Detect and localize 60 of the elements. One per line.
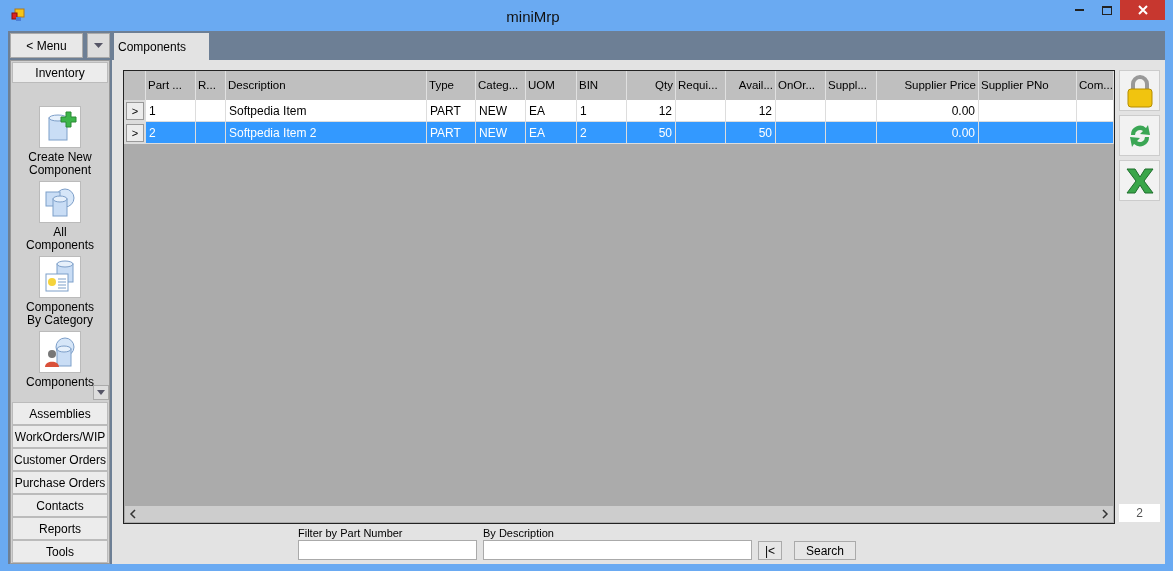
- table-cell-text: NEW: [479, 124, 507, 142]
- module-button[interactable]: Reports: [12, 517, 108, 540]
- excel-export-button[interactable]: [1119, 160, 1160, 201]
- row-select-button[interactable]: >: [126, 101, 144, 120]
- scroll-down-button[interactable]: [93, 385, 109, 400]
- table-cell-text: 1: [149, 102, 156, 120]
- dropdown-button[interactable]: [87, 33, 110, 58]
- database-document-icon: [43, 260, 77, 294]
- refresh-button[interactable]: [1119, 115, 1160, 156]
- close-button[interactable]: [1120, 0, 1165, 20]
- table-cell-text: 2: [149, 124, 156, 142]
- table-cell-text: 0.00: [951, 102, 975, 120]
- app-icon: [11, 8, 25, 22]
- table-cell-text: 12: [758, 102, 772, 120]
- table-cell-text: EA: [529, 102, 545, 120]
- tab[interactable]: Components: [114, 33, 209, 60]
- module-button[interactable]: WorkOrders/WIP: [12, 425, 108, 448]
- caret-icon: [97, 390, 105, 395]
- module-button[interactable]: Assemblies: [12, 402, 108, 425]
- field-label: Filter by Part Number: [298, 527, 404, 540]
- table-cell-text: NEW: [479, 102, 507, 120]
- padlock-icon: [1124, 73, 1155, 108]
- row-select-button[interactable]: >: [126, 123, 144, 142]
- table-cell-text: Softpedia Item: [229, 102, 307, 120]
- description-field[interactable]: [483, 540, 752, 560]
- module-button[interactable]: Customer Orders: [12, 448, 108, 471]
- table-cell-text: 0.00: [951, 124, 975, 142]
- table-cell-text: 1: [580, 102, 587, 120]
- database-person-icon: [43, 335, 77, 369]
- search-button[interactable]: Search: [794, 541, 856, 560]
- module-button[interactable]: Tools: [12, 540, 108, 563]
- close-icon: [1137, 5, 1148, 15]
- sidebar-item[interactable]: Components: [15, 331, 105, 389]
- sidebar-item[interactable]: Create New Component: [15, 106, 105, 177]
- table-cell-text: Softpedia Item 2: [229, 124, 317, 142]
- sidebar-item[interactable]: Components By Category: [15, 256, 105, 327]
- database-shapes-icon: [43, 185, 77, 219]
- sidebar-item[interactable]: All Components: [15, 181, 105, 252]
- table-cell-text: 50: [758, 124, 772, 142]
- minimize-icon: [1075, 9, 1084, 11]
- section-header: Inventory: [12, 62, 108, 83]
- lock-button[interactable]: [1119, 70, 1160, 111]
- caret-icon: [94, 43, 103, 48]
- table-cell-text: 12: [658, 102, 672, 120]
- table-cell-text: 50: [658, 124, 672, 142]
- field-label: By Description: [483, 527, 555, 540]
- table-cell-text: PART: [430, 102, 461, 120]
- table-cell-text: EA: [529, 124, 545, 142]
- part-number-field[interactable]: [298, 540, 477, 560]
- x-icon: [1124, 167, 1155, 194]
- module-button[interactable]: Purchase Orders: [12, 471, 108, 494]
- menu-button[interactable]: < Menu: [10, 33, 83, 58]
- maximize-icon: [1101, 5, 1112, 15]
- table-cell-text: 2: [580, 124, 587, 142]
- record-count: 2: [1119, 504, 1160, 522]
- module-button[interactable]: Contacts: [12, 494, 108, 517]
- table-cell-text: PART: [430, 124, 461, 142]
- reset-button[interactable]: |<: [758, 541, 782, 560]
- window-title: miniMrp: [506, 7, 560, 27]
- horizontal-scrollbar[interactable]: [125, 506, 1113, 522]
